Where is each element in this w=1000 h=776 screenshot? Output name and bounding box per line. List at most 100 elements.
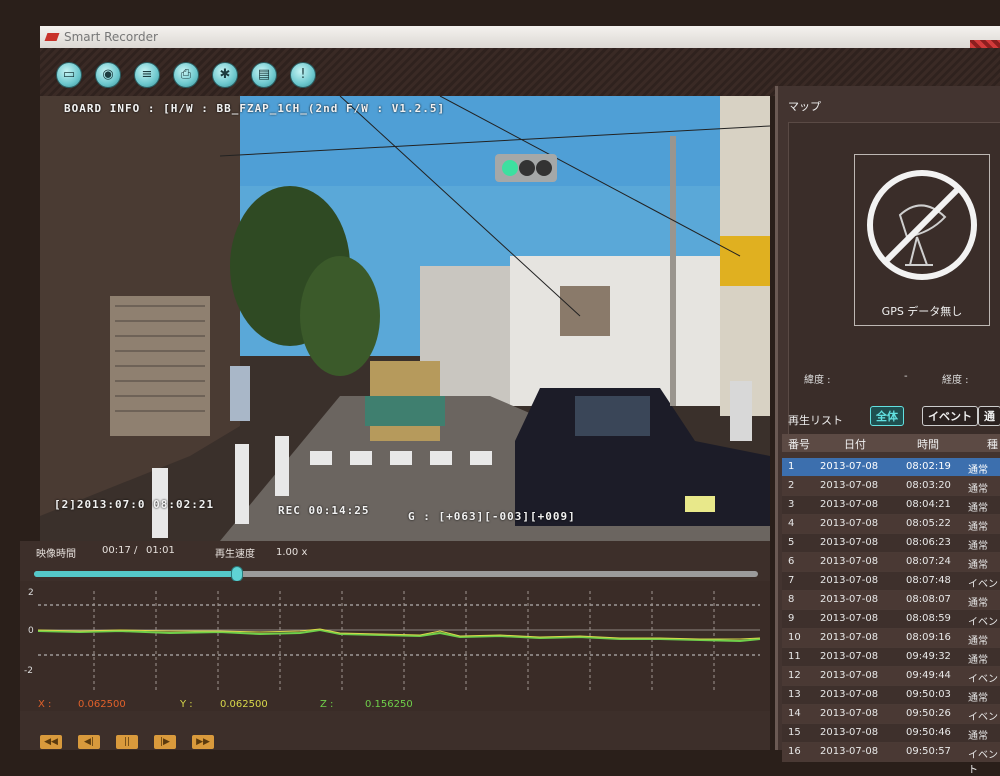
tab-all[interactable]: 全体 [870,406,904,426]
list-icon[interactable]: ≡ [134,62,160,88]
cell-time: 08:08:59 [906,613,951,624]
table-row[interactable]: 3 2013-07-08 08:04:21 通常 [782,496,1000,515]
table-row[interactable]: 142013-07-0809:50:26イベント [782,705,1000,738]
info-icon[interactable]: ! [290,62,316,88]
app-title: Smart Recorder [64,30,158,44]
seek-progress [34,571,237,577]
playback-controls: ◀◀ ◀| || |▶ ▶▶ [40,735,240,750]
cell-no: 16 [788,746,801,757]
cell-time: 09:49:32 [906,651,951,662]
cell-date: 2013-07-08 [820,518,879,529]
col-date[interactable]: 日付 [844,436,866,452]
cell-no: 5 [788,537,795,548]
cell-time: 08:07:24 [906,556,951,567]
title-bar: Smart Recorder [40,26,1000,70]
table-row[interactable]: 72013-07-0808:07:48イベント [782,572,1000,605]
table-row[interactable]: 2 2013-07-08 08:03:20 通常 [782,477,1000,496]
table-row[interactable]: 1 2013-07-08 08:02:19 通常 [782,458,1000,477]
table-row[interactable]: 13 2013-07-08 09:50:03 通常 [782,686,1000,705]
cell-no: 12 [788,670,801,681]
cell-no: 8 [788,594,795,605]
tab-normal[interactable]: 通 [978,406,1000,426]
settings-icon[interactable]: ✱ [212,62,238,88]
cell-date: 2013-07-08 [820,727,879,738]
cell-no: 3 [788,499,795,510]
table-row[interactable]: 16 2013-07-08 09:50:57 イベント [782,743,1000,776]
col-type[interactable]: 種 [987,436,998,452]
cell-date: 2013-07-08 [820,575,879,586]
y-tick-mid: 0 [28,626,34,636]
video-view[interactable]: BOARD INFO : [H/W : BB_FZAP_1CH_(2nd F/W… [40,96,770,541]
z-value: 0.156250 [365,699,413,710]
playlist-rows: 1 2013-07-08 08:02:19 通常 2 2013-07-08 08:03:20… [782,458,1000,776]
table-row[interactable]: 15 2013-07-08 09:50:46 通常 [782,724,1000,743]
cell-date: 2013-07-08 [820,670,879,681]
side-panel: マップ GPS データ無し 緯度 : - 経度 : 再生リスト 全体 イベント … [775,86,1000,776]
cell-date: 2013-07-08 [820,613,879,624]
latitude-value: - [904,371,908,382]
gps-status-text: GPS データ無し [881,305,963,318]
step-back-button[interactable]: ◀| [78,735,100,749]
table-row[interactable]: 8 2013-07-08 08:08:07 通常 [782,591,1000,610]
pause-button[interactable]: || [116,735,138,749]
print-icon[interactable]: ⎙ [173,62,199,88]
table-row[interactable]: 92013-07-0808:08:59イベント [782,610,1000,643]
cell-date: 2013-07-08 [820,689,879,700]
table-row[interactable]: 4 2013-07-08 08:05:22 通常 [782,515,1000,534]
x-label: X : [38,699,52,710]
cell-date: 2013-07-08 [820,556,879,567]
table-row[interactable]: 122013-07-0809:49:44イベント [782,667,1000,700]
cell-time: 08:04:21 [906,499,951,510]
seek-bar[interactable] [34,566,758,582]
cell-time: 08:08:07 [906,594,951,605]
cell-time: 08:05:22 [906,518,951,529]
map-title: マップ [788,100,821,113]
time-separator: / [134,545,138,556]
cell-time: 08:09:16 [906,632,951,643]
gps-status-frame: GPS データ無し [854,154,990,326]
table-row[interactable]: 5 2013-07-08 08:06:23 通常 [782,534,1000,553]
y-tick-bottom: -2 [24,666,33,676]
cell-time: 09:49:44 [906,670,951,681]
gsensor-overlay: G : [+063][-003][+009] [408,510,576,523]
cell-type: 通常 [968,465,988,476]
cell-no: 11 [788,651,801,662]
folder-icon[interactable]: ▭ [56,62,82,88]
y-label: Y : [180,699,193,710]
longitude-label: 経度 : [942,375,969,386]
no-gps-icon [867,170,977,280]
table-row[interactable]: 10 2013-07-08 08:09:16 通常 [782,629,1000,648]
speed-value[interactable]: 1.00 x [276,547,307,558]
record-icon[interactable]: ◉ [95,62,121,88]
rewind-button[interactable]: ◀◀ [40,735,62,749]
cell-no: 15 [788,727,801,738]
cell-no: 13 [788,689,801,700]
col-number[interactable]: 番号 [788,436,810,452]
seek-handle[interactable] [230,566,243,582]
cell-type: 通常 [968,655,988,666]
cell-time: 08:03:20 [906,480,951,491]
cell-type: 通常 [968,522,988,533]
latitude-label: 緯度 : [804,375,831,386]
cell-time: 08:02:19 [906,461,951,472]
cell-no: 4 [788,518,795,529]
save-icon[interactable]: ▤ [251,62,277,88]
cell-date: 2013-07-08 [820,632,879,643]
col-time[interactable]: 時間 [917,436,939,452]
x-value: 0.062500 [78,699,126,710]
fast-forward-button[interactable]: ▶▶ [192,735,214,749]
cell-type: 通常 [968,598,988,609]
cell-date: 2013-07-08 [820,537,879,548]
board-info: BOARD INFO : [H/W : BB_FZAP_1CH_(2nd F/W… [64,102,446,115]
y-tick-top: 2 [28,588,34,598]
speed-label: 再生速度 [215,549,255,560]
cell-type: 通常 [968,503,988,514]
cell-time: 09:50:26 [906,708,951,719]
table-row[interactable]: 6 2013-07-08 08:07:24 通常 [782,553,1000,572]
table-row[interactable]: 11 2013-07-08 09:49:32 通常 [782,648,1000,667]
step-forward-button[interactable]: |▶ [154,735,176,749]
tab-event[interactable]: イベント [922,406,978,426]
cell-no: 6 [788,556,795,567]
cell-date: 2013-07-08 [820,499,879,510]
cell-no: 14 [788,708,801,719]
